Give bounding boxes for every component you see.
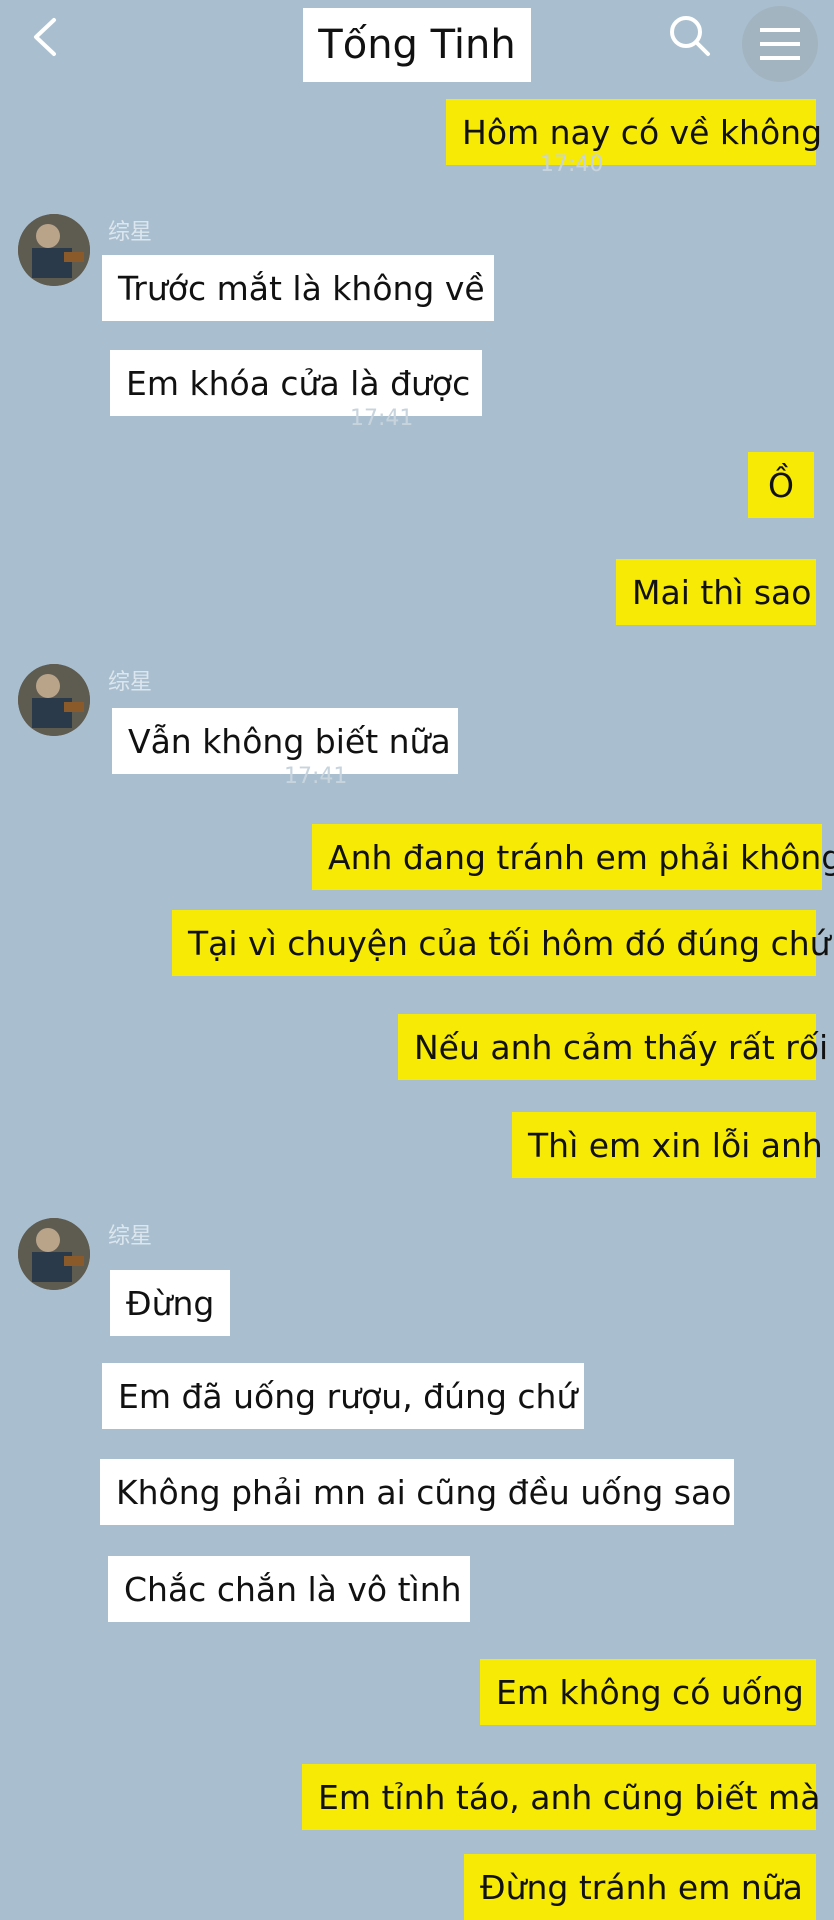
- sender-name: 综星: [108, 220, 153, 245]
- back-chevron-icon[interactable]: [22, 12, 72, 62]
- incoming-message[interactable]: Em đã uống rượu, đúng chứ: [102, 1363, 584, 1429]
- chat-title: Tống Tinh: [303, 8, 531, 82]
- chat-header: Tống Tinh: [0, 0, 834, 90]
- outgoing-message[interactable]: Em tỉnh táo, anh cũng biết mà: [302, 1764, 820, 1830]
- avatar[interactable]: [18, 664, 90, 736]
- outgoing-message[interactable]: Nếu anh cảm thấy rất rối: [398, 1014, 828, 1080]
- sender-name: 综星: [108, 670, 153, 695]
- outgoing-message[interactable]: Tại vì chuyện của tối hôm đó đúng chứ: [172, 910, 831, 976]
- incoming-message[interactable]: Trước mắt là không về: [102, 255, 494, 321]
- outgoing-message[interactable]: Hôm nay có về không: [446, 99, 822, 165]
- outgoing-message[interactable]: Ồ: [748, 452, 814, 518]
- outgoing-message[interactable]: Mai thì sao: [616, 559, 816, 625]
- outgoing-message[interactable]: Đừng tránh em nữa: [464, 1854, 816, 1920]
- incoming-message[interactable]: Chắc chắn là vô tình: [108, 1556, 470, 1622]
- incoming-message[interactable]: Em khóa cửa là được: [110, 350, 482, 416]
- search-icon[interactable]: [664, 10, 716, 62]
- timestamp: 17:41: [284, 764, 348, 789]
- outgoing-message[interactable]: Thì em xin lỗi anh: [512, 1112, 823, 1178]
- timestamp: 17:40: [540, 152, 604, 177]
- menu-icon: [756, 20, 804, 68]
- sender-name: 综星: [108, 1224, 153, 1249]
- menu-button[interactable]: [742, 6, 818, 82]
- incoming-message[interactable]: Không phải mn ai cũng đều uống sao: [100, 1459, 734, 1525]
- outgoing-message[interactable]: Em không có uống: [480, 1659, 816, 1725]
- timestamp: 17:41: [350, 406, 414, 431]
- incoming-message[interactable]: Đừng: [110, 1270, 230, 1336]
- outgoing-message[interactable]: Anh đang tránh em phải không: [312, 824, 834, 890]
- avatar[interactable]: [18, 1218, 90, 1290]
- avatar[interactable]: [18, 214, 90, 286]
